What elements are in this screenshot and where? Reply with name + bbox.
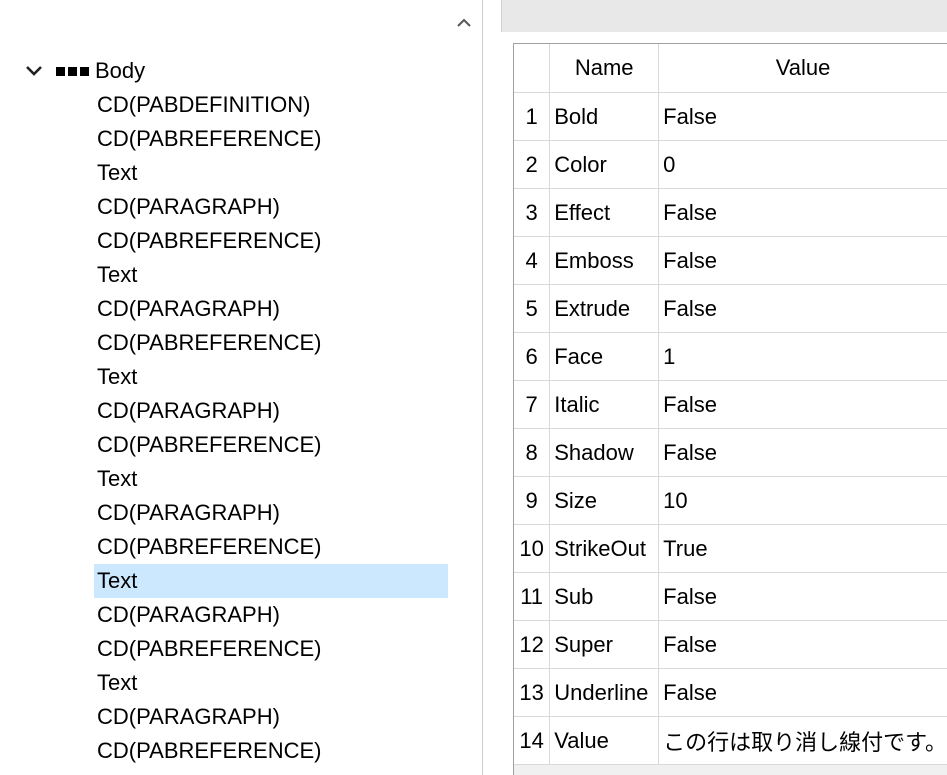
table-row[interactable]: 10 StrikeOut True (514, 524, 947, 573)
panel-header-strip (501, 0, 947, 32)
tree-item[interactable]: Text (94, 156, 448, 190)
property-name-cell: Bold (549, 92, 660, 141)
property-value-cell[interactable]: False (658, 380, 947, 429)
grid-header-row: Name Value (514, 44, 947, 93)
tree-node-label: Body (95, 58, 146, 83)
table-row[interactable]: 2 Color 0 (514, 140, 947, 189)
tree-item[interactable]: CD(PABDEFINITION) (94, 88, 448, 122)
table-row[interactable]: 13 Underline False (514, 668, 947, 717)
property-value-cell[interactable]: False (658, 188, 947, 237)
table-row[interactable]: 8 Shadow False (514, 428, 947, 477)
property-name-cell: Face (549, 332, 660, 381)
table-row[interactable]: 3 Effect False (514, 188, 947, 237)
row-number-cell: 5 (514, 284, 551, 333)
property-grid[interactable]: Name Value 1 Bold False 2 Color 0 3 Effect False… (513, 43, 947, 775)
property-name-cell: Shadow (549, 428, 660, 477)
tree-item[interactable]: Text (94, 462, 448, 496)
property-value-cell[interactable]: 10 (658, 476, 947, 525)
property-value-cell[interactable]: False (658, 428, 947, 477)
tree-node-body[interactable]: Body (20, 56, 145, 86)
chevron-up-icon (457, 18, 471, 27)
row-number-cell: 2 (514, 140, 551, 189)
tree-item[interactable]: CD(PABREFERENCE) (94, 122, 448, 156)
row-number-cell: 4 (514, 236, 551, 285)
table-row[interactable]: 6 Face 1 (514, 332, 947, 381)
tree-children: CD(PABDEFINITION) CD(PABREFERENCE) Text CD(… (94, 88, 448, 768)
properties-panel: Name Value 1 Bold False 2 Color 0 3 Effect False… (483, 0, 947, 775)
property-name-cell: Underline (549, 668, 660, 717)
tree-item[interactable]: CD(PABREFERENCE) (94, 632, 448, 666)
node-type-icon (56, 66, 89, 76)
tree-item[interactable]: CD(PABREFERENCE) (94, 530, 448, 564)
row-number-cell: 12 (514, 620, 551, 669)
property-name-cell: Emboss (549, 236, 660, 285)
row-number-header[interactable] (514, 44, 551, 93)
table-row[interactable]: 4 Emboss False (514, 236, 947, 285)
table-row[interactable]: 12 Super False (514, 620, 947, 669)
property-value-cell[interactable]: True (658, 524, 947, 573)
app-window: Body CD(PABDEFINITION) CD(PABREFERENCE) Te… (0, 0, 947, 775)
property-value-cell[interactable]: False (658, 284, 947, 333)
row-number-cell: 1 (514, 92, 551, 141)
tree-view[interactable]: Body CD(PABDEFINITION) CD(PABREFERENCE) Te… (0, 0, 483, 775)
property-value-cell[interactable]: False (658, 620, 947, 669)
column-header-name[interactable]: Name (549, 44, 660, 93)
table-row[interactable]: 7 Italic False (514, 380, 947, 429)
property-value-cell[interactable]: False (658, 668, 947, 717)
property-value-cell[interactable]: False (658, 236, 947, 285)
table-row[interactable]: 1 Bold False (514, 92, 947, 141)
scroll-up-button[interactable] (449, 8, 479, 38)
property-name-cell: StrikeOut (549, 524, 660, 573)
row-number-cell: 3 (514, 188, 551, 237)
tree-item[interactable]: Text (94, 360, 448, 394)
property-name-cell: Extrude (549, 284, 660, 333)
property-name-cell: Color (549, 140, 660, 189)
chevron-down-icon[interactable] (20, 56, 48, 86)
row-number-cell: 11 (514, 572, 551, 621)
property-name-cell: Value (549, 716, 660, 765)
property-name-cell: Size (549, 476, 660, 525)
tree-item[interactable]: CD(PARAGRAPH) (94, 496, 448, 530)
tree-item[interactable]: CD(PABREFERENCE) (94, 428, 448, 462)
row-number-cell: 10 (514, 524, 551, 573)
property-value-cell[interactable]: False (658, 572, 947, 621)
row-number-cell: 9 (514, 476, 551, 525)
property-value-cell[interactable]: 0 (658, 140, 947, 189)
tree-item[interactable]: CD(PARAGRAPH) (94, 292, 448, 326)
column-header-value[interactable]: Value (658, 44, 947, 93)
tree-item[interactable]: CD(PARAGRAPH) (94, 394, 448, 428)
tree-item[interactable]: CD(PABREFERENCE) (94, 734, 448, 768)
row-number-cell: 13 (514, 668, 551, 717)
row-number-cell: 8 (514, 428, 551, 477)
table-row[interactable]: 5 Extrude False (514, 284, 947, 333)
property-value-cell[interactable]: False (658, 92, 947, 141)
property-value-cell[interactable]: この行は取り消し線付です。 (658, 716, 947, 765)
tree-item[interactable]: CD(PARAGRAPH) (94, 700, 448, 734)
tree-item[interactable]: Text (94, 666, 448, 700)
tree-item[interactable]: CD(PABREFERENCE) (94, 326, 448, 360)
row-number-cell: 6 (514, 332, 551, 381)
tree-item[interactable]: Text (94, 258, 448, 292)
row-number-cell: 14 (514, 716, 551, 765)
property-name-cell: Super (549, 620, 660, 669)
table-row[interactable]: 11 Sub False (514, 572, 947, 621)
property-name-cell: Effect (549, 188, 660, 237)
tree-item[interactable]: CD(PARAGRAPH) (94, 598, 448, 632)
tree-item[interactable]: CD(PABREFERENCE) (94, 224, 448, 258)
property-value-cell[interactable]: 1 (658, 332, 947, 381)
tree-item[interactable]: Text (94, 564, 448, 598)
tree-item[interactable]: CD(PARAGRAPH) (94, 190, 448, 224)
table-row[interactable]: 9 Size 10 (514, 476, 947, 525)
table-row[interactable]: 14 Value この行は取り消し線付です。 (514, 716, 947, 765)
row-number-cell: 7 (514, 380, 551, 429)
property-name-cell: Italic (549, 380, 660, 429)
property-name-cell: Sub (549, 572, 660, 621)
